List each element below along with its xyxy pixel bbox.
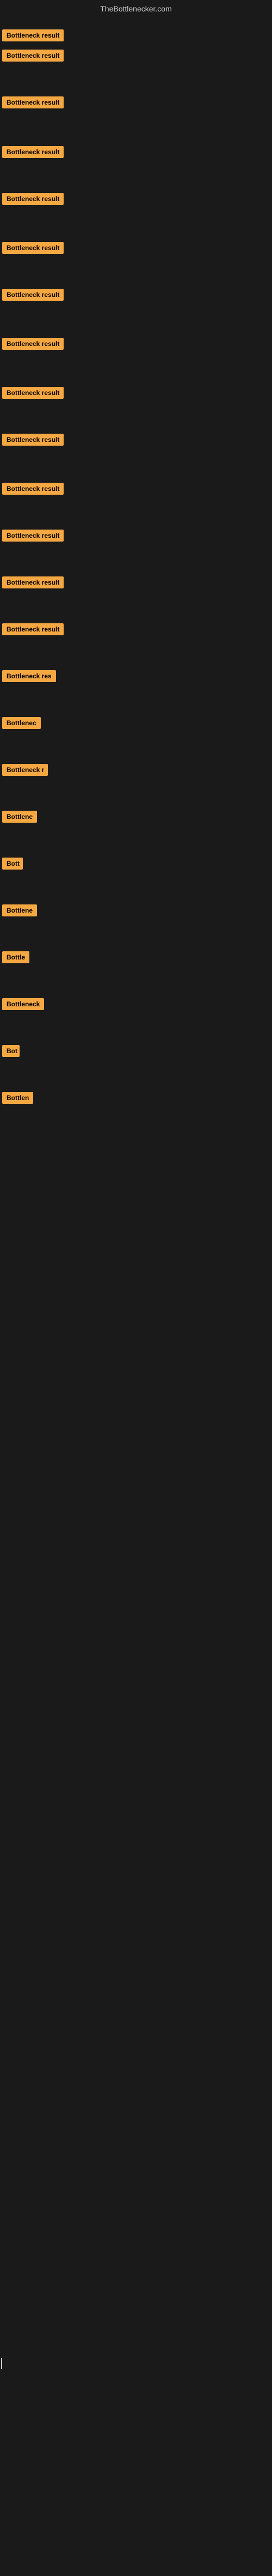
bottleneck-badge[interactable]: Bottleneck result <box>2 50 64 62</box>
items-wrapper: Bottleneck result Bottleneck result Bottle… <box>0 15 272 1159</box>
bottleneck-item[interactable]: Bottleneck r <box>2 761 48 782</box>
bottleneck-item[interactable]: Bott <box>2 854 23 876</box>
bottleneck-item[interactable]: Bottlene <box>2 807 37 829</box>
bottleneck-item[interactable]: Bottleneck <box>2 995 44 1016</box>
bottleneck-badge[interactable]: Bottleneck r <box>2 764 48 776</box>
bottleneck-badge[interactable]: Bottleneck result <box>2 29 64 41</box>
bottleneck-item[interactable]: Bottleneck result <box>2 190 64 211</box>
bottleneck-badge[interactable]: Bottleneck result <box>2 289 64 301</box>
bottleneck-item[interactable]: Bottleneck result <box>2 620 64 641</box>
bottleneck-item[interactable]: Bot <box>2 1042 20 1063</box>
bottleneck-badge[interactable]: Bottleneck result <box>2 530 64 542</box>
bottleneck-item[interactable]: Bottlene <box>2 901 37 922</box>
bottleneck-badge[interactable]: Bottleneck result <box>2 434 64 446</box>
bottleneck-badge[interactable]: Bottleneck result <box>2 623 64 635</box>
bottleneck-item[interactable]: Bottle <box>2 948 29 969</box>
site-title: TheBottlenecker.com <box>0 0 272 15</box>
bottleneck-badge[interactable]: Bottleneck result <box>2 576 64 588</box>
bottleneck-item[interactable]: Bottlen <box>2 1089 33 1110</box>
bottleneck-item[interactable]: Bottleneck result <box>2 430 64 452</box>
bottleneck-item[interactable]: Bottleneck result <box>2 239 64 260</box>
bottleneck-badge[interactable]: Bottleneck result <box>2 193 64 205</box>
bottleneck-item[interactable]: Bottleneck result <box>2 143 64 164</box>
bottleneck-badge[interactable]: Bottlen <box>2 1092 33 1104</box>
bottleneck-badge[interactable]: Bottlenec <box>2 717 41 729</box>
bottleneck-item[interactable]: Bottlenec <box>2 714 41 735</box>
bottleneck-badge[interactable]: Bottleneck result <box>2 387 64 399</box>
bottleneck-badge[interactable]: Bottle <box>2 951 29 963</box>
bottleneck-badge[interactable]: Bottleneck result <box>2 146 64 158</box>
bottleneck-item[interactable]: Bottleneck result <box>2 479 64 501</box>
bottleneck-badge[interactable]: Bottleneck <box>2 998 44 1010</box>
bottleneck-badge[interactable]: Bott <box>2 858 23 870</box>
bottleneck-item[interactable]: Bottleneck result <box>2 573 64 594</box>
bottleneck-badge[interactable]: Bottleneck result <box>2 483 64 495</box>
bottleneck-item[interactable]: Bottleneck result <box>2 46 64 68</box>
cursor-area <box>0 2358 272 2576</box>
bottleneck-badge[interactable]: Bot <box>2 1045 20 1057</box>
bottleneck-item[interactable]: Bottleneck result <box>2 526 64 548</box>
bottleneck-badge[interactable]: Bottleneck result <box>2 96 64 108</box>
text-cursor <box>1 2358 2 2369</box>
bottleneck-badge[interactable]: Bottlene <box>2 811 37 823</box>
bottleneck-item[interactable]: Bottleneck res <box>2 667 56 688</box>
bottleneck-badge[interactable]: Bottleneck result <box>2 242 64 254</box>
bottleneck-item[interactable]: Bottleneck result <box>2 384 64 405</box>
bottleneck-item[interactable]: Bottleneck result <box>2 285 64 307</box>
bottleneck-item[interactable]: Bottleneck result <box>2 335 64 356</box>
bottleneck-badge[interactable]: Bottlene <box>2 904 37 916</box>
bottleneck-badge[interactable]: Bottleneck result <box>2 338 64 350</box>
bottleneck-item[interactable]: Bottleneck result <box>2 26 64 47</box>
bottleneck-badge[interactable]: Bottleneck res <box>2 670 56 682</box>
bottleneck-item[interactable]: Bottleneck result <box>2 93 64 114</box>
